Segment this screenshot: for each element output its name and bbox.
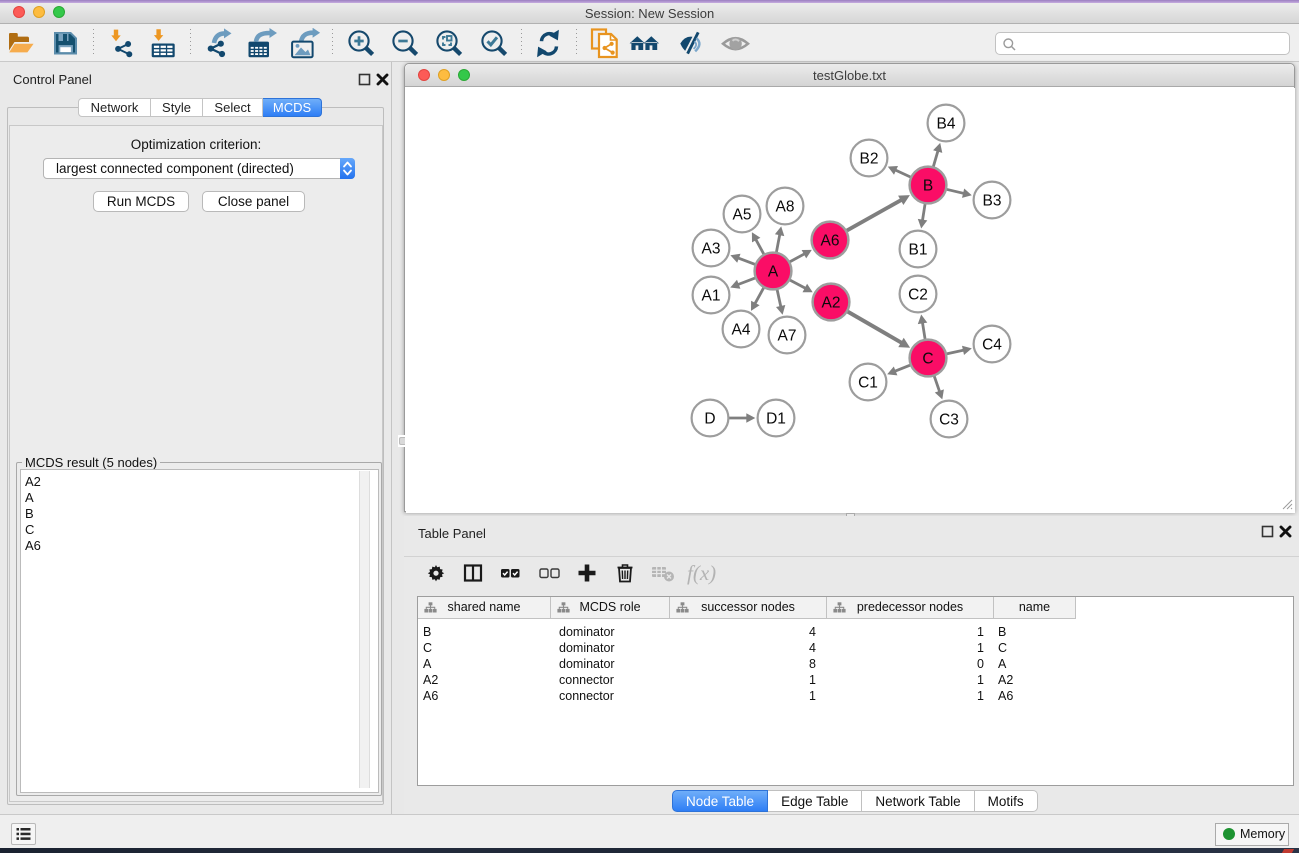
- svg-text:D: D: [704, 411, 715, 428]
- svg-text:A8: A8: [776, 199, 795, 216]
- svg-text:B4: B4: [937, 116, 956, 133]
- svg-text:B: B: [923, 178, 933, 195]
- svg-text:B1: B1: [909, 242, 928, 259]
- svg-text:C1: C1: [858, 375, 878, 392]
- svg-text:A6: A6: [821, 233, 840, 250]
- svg-text:A7: A7: [778, 328, 797, 345]
- svg-text:C3: C3: [939, 412, 959, 429]
- svg-text:A: A: [768, 264, 779, 281]
- svg-text:C: C: [922, 351, 933, 368]
- svg-text:C2: C2: [908, 287, 928, 304]
- svg-text:D1: D1: [766, 411, 786, 428]
- svg-text:A1: A1: [702, 288, 721, 305]
- svg-text:C4: C4: [982, 337, 1002, 354]
- svg-text:A5: A5: [733, 207, 752, 224]
- svg-text:A3: A3: [702, 241, 721, 258]
- svg-text:B3: B3: [983, 193, 1002, 210]
- svg-text:B2: B2: [860, 151, 879, 168]
- svg-text:A2: A2: [822, 295, 841, 312]
- svg-text:A4: A4: [732, 322, 751, 339]
